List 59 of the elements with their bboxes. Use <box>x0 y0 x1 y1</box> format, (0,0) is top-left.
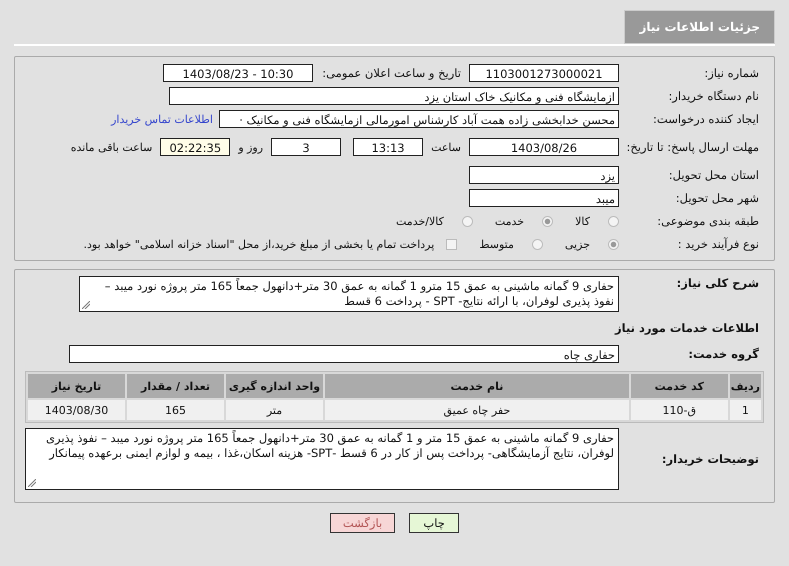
radio-button[interactable] <box>608 238 619 250</box>
column-header: تاریخ نیاز <box>28 374 125 398</box>
field-label: تاریخ و ساعت اعلان عمومی: <box>321 66 462 80</box>
remaining-time-field: 02:22:35 <box>160 138 230 156</box>
column-header: واحد اندازه گیری <box>226 374 323 398</box>
field-label: نام دستگاه خریدار: <box>667 89 760 103</box>
checkbox[interactable] <box>446 238 458 250</box>
field-label: مهلت ارسال پاسخ: تا تاریخ: <box>625 140 760 154</box>
field-label: استان محل تحویل: <box>668 168 760 182</box>
radio-label: جزیی <box>564 238 591 250</box>
field-label: طبقه بندی موضوعی: <box>656 214 760 228</box>
table-cell: 1 <box>730 400 761 420</box>
field-label: گروه خدمت: <box>687 347 760 361</box>
deadline-date-field: 1403/08/26 <box>469 138 619 156</box>
radio-label: کالا/خدمت <box>395 214 445 228</box>
service-group-field: حفاری چاه <box>69 345 619 363</box>
resize-grip-icon <box>82 301 90 309</box>
table-cell: 165 <box>127 400 224 420</box>
field-label: نوع فرآیند خرید : <box>676 237 760 251</box>
days-field: 3 <box>271 138 342 156</box>
creator-field: محسن خدابخشی زاده همت آباد کارشناس امورمالی ازمایشگاه فنی و مکانیک · <box>219 110 619 128</box>
days-label: روز و <box>236 140 264 154</box>
table-cell: 1403/08/30 <box>28 400 125 420</box>
column-header: ردیف <box>730 374 761 398</box>
field-label: توضیحات خریدار: <box>660 452 760 466</box>
field-label: شهر محل تحویل: <box>674 191 760 205</box>
table-cell: ق-110 <box>630 400 728 420</box>
buyer-contact-link[interactable]: اطلاعات تماس خریدار <box>111 112 219 126</box>
treasury-note: پرداخت تمام یا بخشی از مبلغ خرید،از محل "اسناد خزانه اسلامی" خواهد بود. <box>82 238 436 250</box>
table-cell: حفر چاه عمیق <box>325 400 629 420</box>
radio-button[interactable] <box>462 216 473 226</box>
remaining-label: ساعت باقی مانده <box>70 140 154 154</box>
province-field: یزد <box>469 166 619 184</box>
page-title: جزئیات اطلاعات نیاز <box>624 10 775 44</box>
need-number-field: 1103001273000021 <box>469 64 619 82</box>
summary-text: حفاری 9 گمانه ماشینی به عمق 15 مترو 1 گمانه به عمق 30 متر+دانهول جمعاً 165 متر پروژه نورد میبد – نفوذ پذیری لوفران، با ارائه نتایج- SPT - پرداخت 6 قسط <box>104 279 614 308</box>
radio-label: خدمت <box>494 214 526 228</box>
radio-button[interactable] <box>608 216 619 226</box>
back-button[interactable]: بازگشت <box>330 513 396 533</box>
column-header: نام خدمت <box>325 374 629 398</box>
column-header: کد خدمت <box>630 374 728 398</box>
notes-text: حفاری 9 گمانه ماشینی به عمق 15 متر و 1 گمانه به عمق 30 متر+دانهول جمعاً 165 متر پروژه نورد میبد – نفوذ پذیری لوفران، نتایج آزمایشگاهی- پرداخت پس از کار در 6 قسط -SPT- هزینه اسکان،غذا ، بیمه و لوازم ایمنی برعهده پیمانکار <box>46 431 614 460</box>
field-label: شرح کلی نیاز: <box>676 276 760 290</box>
radio-button[interactable] <box>532 238 543 250</box>
table-cell: متر <box>226 400 323 420</box>
time-label: ساعت <box>430 140 462 154</box>
announce-date-field: 1403/08/23 - 10:30 <box>163 64 313 82</box>
print-button[interactable]: چاپ <box>409 513 460 533</box>
resize-grip-icon <box>28 479 36 487</box>
city-field: میبد <box>469 189 619 207</box>
radio-label: کالا <box>574 214 591 228</box>
field-label: شماره نیاز: <box>703 66 760 80</box>
deadline-time-field: 13:13 <box>353 138 424 156</box>
section-title: اطلاعات خدمات مورد نیاز <box>614 320 760 337</box>
column-header: تعداد / مقدار <box>127 374 224 398</box>
radio-button[interactable] <box>542 216 554 226</box>
buyer-name-field: ازمایشگاه فنی و مکانیک خاک استان یزد <box>169 87 619 105</box>
field-label: ایجاد کننده درخواست: <box>652 112 760 126</box>
radio-label: متوسط <box>478 238 515 250</box>
